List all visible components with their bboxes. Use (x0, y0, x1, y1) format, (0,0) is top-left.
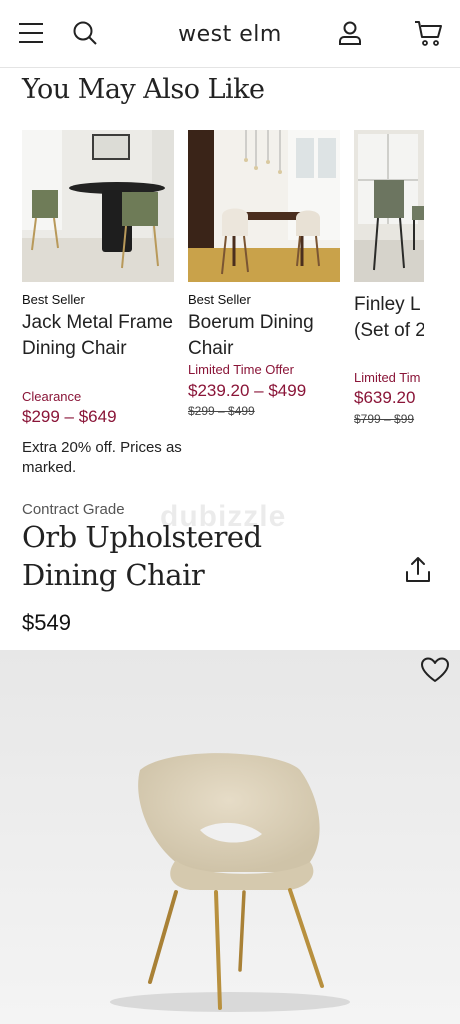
promo-label: Limited Tim (354, 370, 421, 385)
product-card-finley[interactable]: Finley L Dining C (Set of 2 Limited Tim … (354, 130, 424, 490)
recommendations-carousel[interactable]: Best Seller Jack Metal Frame Dining Chai… (0, 130, 424, 490)
product-title: Orb Upholstered Dining Chair (22, 520, 262, 592)
product-name[interactable]: Boerum Dining Chair (188, 310, 348, 362)
share-icon[interactable] (402, 554, 434, 586)
product-card-boerum[interactable]: Best Seller Boerum Dining Chair Limited … (188, 130, 340, 490)
product-hero-image[interactable] (0, 650, 460, 1024)
product-image[interactable] (354, 130, 424, 282)
sale-price: $639.20 (354, 388, 416, 407)
product-image[interactable] (22, 130, 174, 282)
original-price: $299 – $499 (188, 404, 255, 418)
product-image[interactable] (188, 130, 340, 282)
promo-label: Limited Time Offer (188, 362, 294, 377)
top-header: west elm (0, 0, 460, 68)
brand-logo[interactable]: west elm (0, 22, 460, 47)
contract-grade-label: Contract Grade (22, 501, 125, 518)
sale-price: $239.20 – $499 (188, 381, 307, 400)
product-name[interactable]: Finley L Dining C (Set of 2 (354, 292, 424, 344)
original-price: $799 – $99 (354, 412, 415, 426)
promo-label: Clearance (22, 389, 82, 404)
best-seller-badge: Best Seller (22, 292, 85, 307)
recommendations-title: You May Also Like (22, 74, 265, 105)
product-card-jack[interactable]: Best Seller Jack Metal Frame Dining Chai… (22, 130, 182, 490)
cart-icon[interactable] (413, 18, 443, 48)
product-price: $549 (22, 610, 71, 635)
account-icon[interactable] (335, 18, 365, 48)
promo-note: Extra 20% off. Prices as marked. (22, 439, 182, 476)
favorite-heart-icon[interactable] (420, 656, 454, 686)
best-seller-badge: Best Seller (188, 292, 251, 307)
price-range: $299 – $649 (22, 407, 117, 426)
product-name[interactable]: Jack Metal Frame Dining Chair (22, 310, 182, 362)
